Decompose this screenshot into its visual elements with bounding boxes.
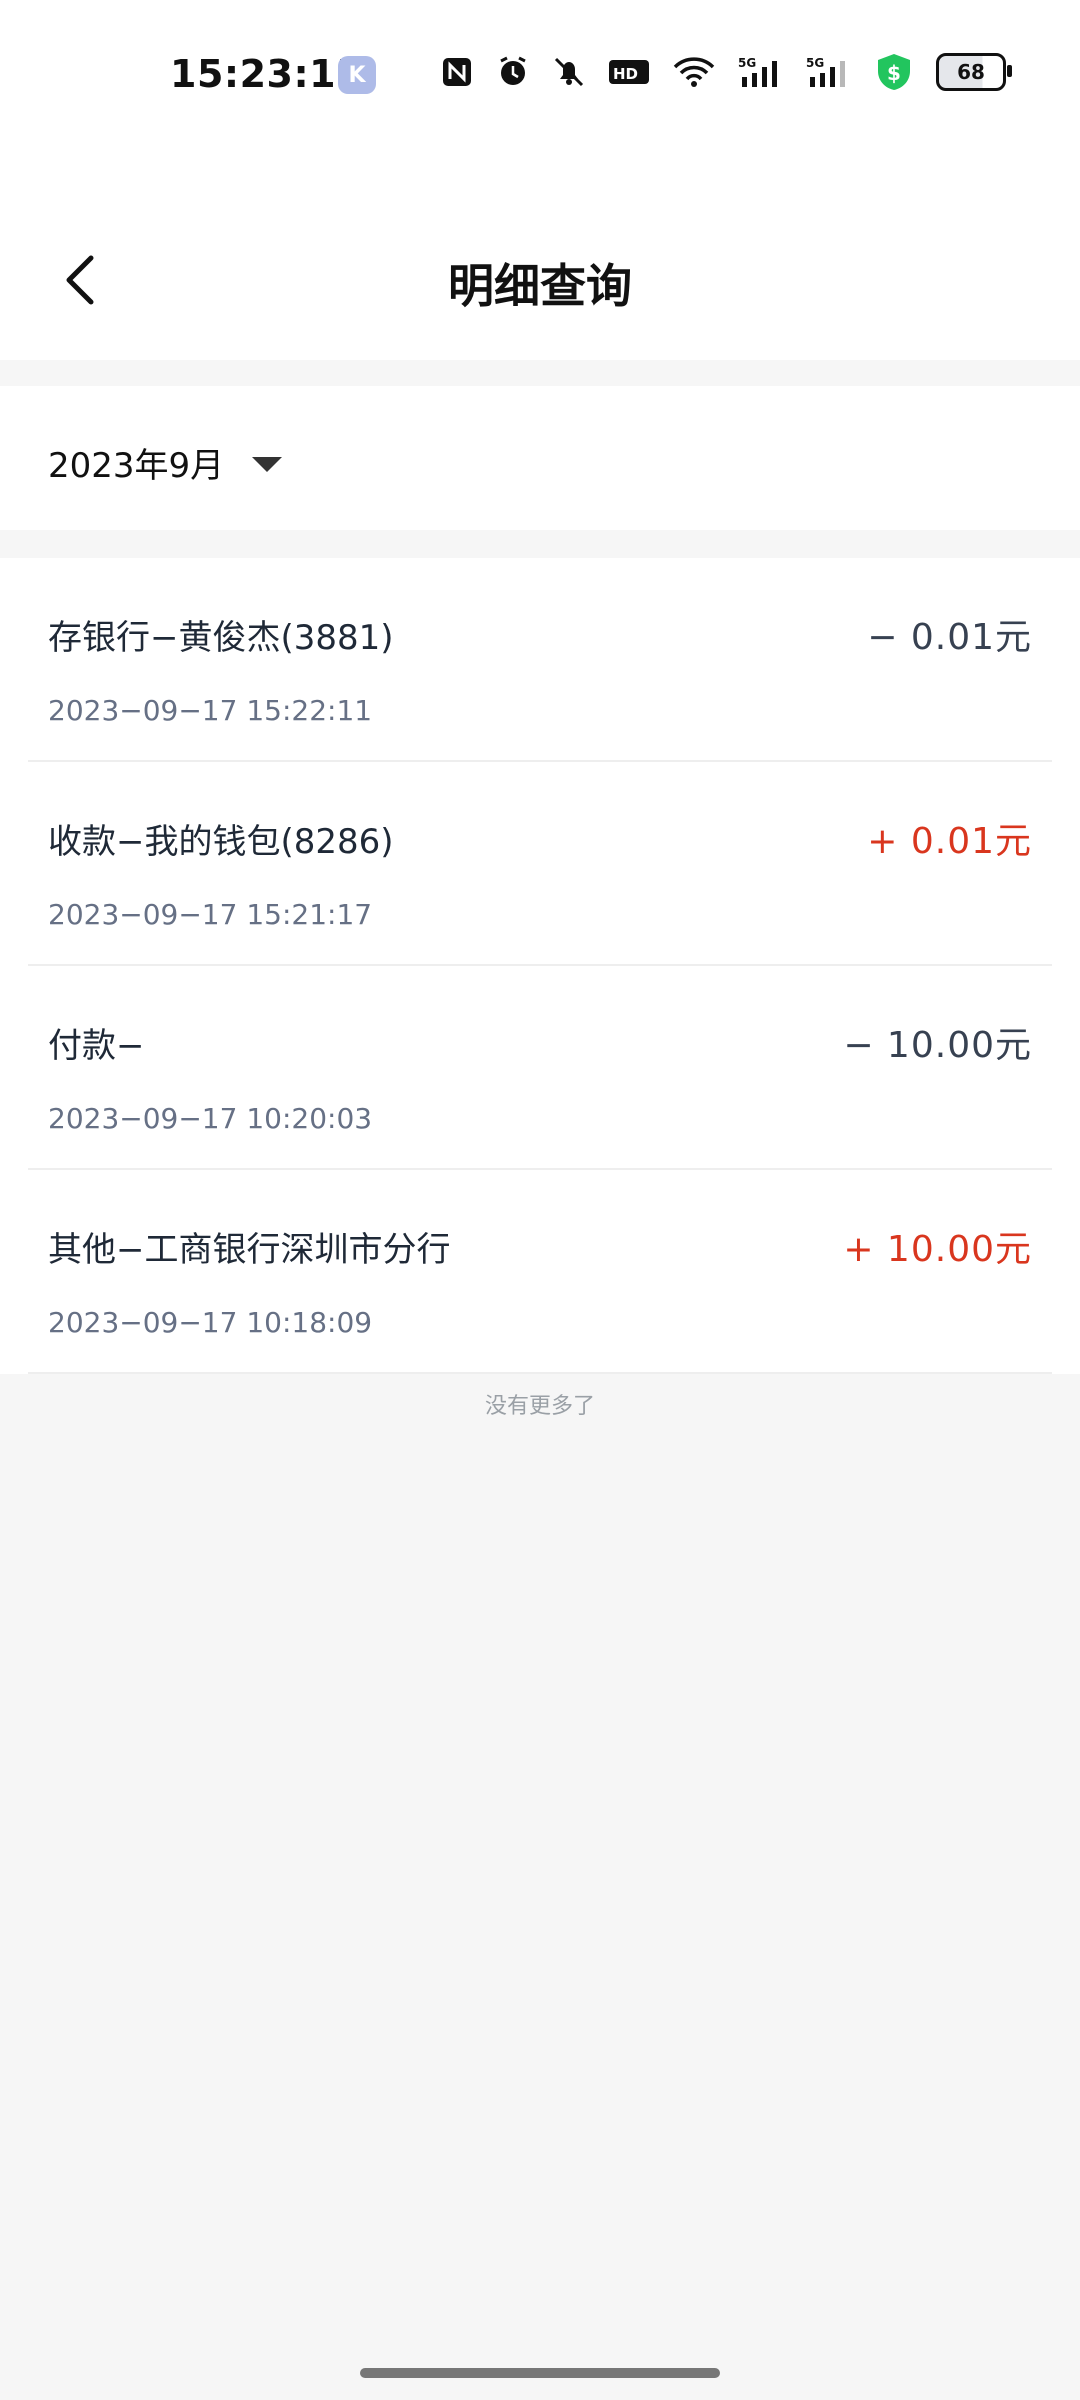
transaction-title: 付款− (48, 1026, 145, 1066)
svg-text:5G: 5G (738, 56, 756, 70)
transaction-date: 2023−09−17 10:20:03 (48, 1102, 373, 1135)
no-more-label: 没有更多了 (484, 1394, 595, 1419)
transaction-row[interactable]: 收款−我的钱包(8286) 2023−09−17 15:21:17 + 0.01… (28, 762, 1052, 966)
transaction-date: 2023−09−17 15:21:17 (48, 898, 373, 931)
wifi-icon (672, 55, 716, 89)
transaction-row[interactable]: 其他−工商银行深圳市分行 2023−09−17 10:18:09 + 10.00… (28, 1170, 1052, 1374)
battery-icon: 68 (936, 53, 1012, 91)
transaction-date: 2023−09−17 15:22:11 (48, 694, 373, 727)
status-icons: HD 5G 5G $ 68 (440, 52, 1012, 92)
nfc-icon (440, 55, 474, 89)
transaction-row[interactable]: 付款− 2023−09−17 10:20:03 − 10.00元 (28, 966, 1052, 1170)
app-notification-icon: K (338, 56, 376, 94)
month-selector[interactable]: 2023年9月 (48, 438, 283, 487)
hd-icon: HD (608, 55, 650, 89)
home-indicator[interactable] (360, 2368, 720, 2378)
transaction-title: 其他−工商银行深圳市分行 (48, 1230, 451, 1270)
signal-5g-icon-1: 5G (738, 55, 784, 89)
transaction-title: 存银行−黄俊杰(3881) (48, 618, 394, 658)
security-shield-icon: $ (874, 52, 914, 92)
transaction-amount: − 0.01元 (867, 617, 1032, 658)
transaction-date: 2023−09−17 10:18:09 (48, 1306, 373, 1339)
svg-text:5G: 5G (806, 56, 824, 70)
transaction-row[interactable]: 存银行−黄俊杰(3881) 2023−09−17 15:22:11 − 0.01… (28, 558, 1052, 762)
status-bar: 15:23:15 K HD 5G 5G $ 68 (0, 0, 1080, 160)
svg-text:$: $ (887, 61, 901, 85)
mute-icon (552, 55, 586, 89)
page-title: 明细查询 (448, 259, 632, 313)
caret-down-icon (252, 457, 283, 472)
alarm-icon (496, 55, 530, 89)
transaction-amount: + 10.00元 (843, 1229, 1032, 1270)
transaction-title: 收款−我的钱包(8286) (48, 822, 394, 862)
transaction-list: 存银行−黄俊杰(3881) 2023−09−17 15:22:11 − 0.01… (0, 558, 1080, 1374)
svg-text:HD: HD (613, 65, 638, 83)
transaction-amount: − 10.00元 (843, 1025, 1032, 1066)
signal-5g-icon-2: 5G (806, 55, 852, 89)
transaction-amount: + 0.01元 (867, 821, 1032, 862)
status-time: 15:23:15 (170, 52, 364, 96)
month-label: 2023年9月 (48, 446, 225, 486)
battery-level: 68 (957, 60, 985, 84)
